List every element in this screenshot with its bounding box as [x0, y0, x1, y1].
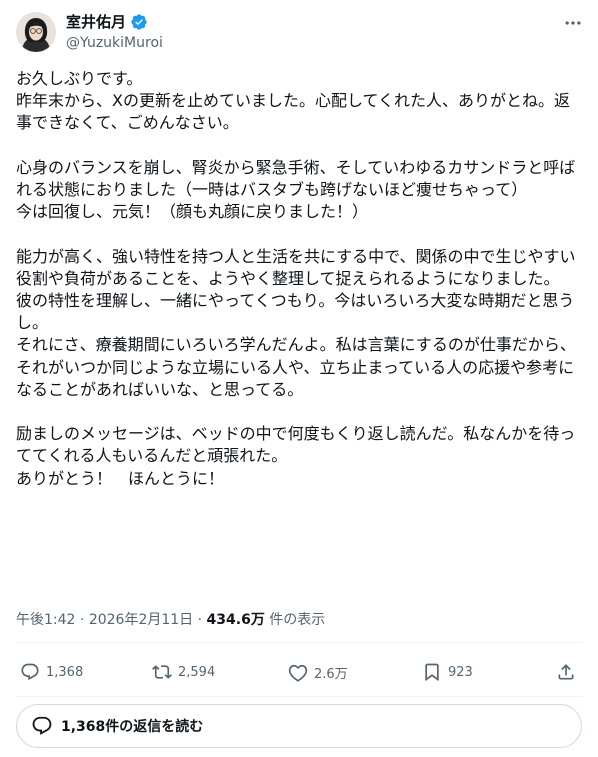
like-button[interactable]: 2.6万 [288, 656, 348, 688]
speech-bubble-icon [32, 716, 52, 735]
read-replies-button[interactable]: 1,368件の返信を読む [16, 704, 582, 748]
verified-badge-icon [130, 13, 148, 31]
author-name-row: 室井佑月 [66, 12, 148, 32]
views-count[interactable]: 434.6万 [207, 612, 265, 628]
tweet-line: 今は回復し、元気！（顔も丸顔に戻りました！） [16, 202, 369, 222]
heart-icon [288, 664, 308, 682]
bookmark-icon [425, 663, 439, 682]
tweet-line: 励ましのメッセージは、ベッドの中で何度もくり返し読んだ。私なんかを待っててくれる… [16, 424, 576, 466]
tweet-line: 能力が高く、強い特性を持つ人と生活を共にする中で、関係の中で生じやすい役割や負荷… [16, 246, 576, 288]
tweet-line: お久しぶりです。 [16, 69, 143, 88]
like-count: 2.6万 [314, 666, 348, 682]
tweet-line: 彼の特性を理解し、一緒にやってくつもり。今はいろいろ大変な時期だと思うし。 [16, 291, 575, 333]
tweet-line: ありがとう！ ほんとうに！ [16, 468, 225, 488]
tweet-line: 心身のバランスを崩し、腎炎から緊急手術、そしていわゆるカサンドラと呼ばれる状態に… [16, 157, 576, 199]
author-handle[interactable]: @YuzukiMuroi [66, 34, 163, 52]
meta-separator: · [197, 612, 203, 628]
action-bar: 1,368 2,594 2.6万 923 [16, 656, 582, 688]
repost-icon [152, 665, 172, 679]
reply-count: 1,368 [46, 664, 84, 680]
tweet-text: お久しぶりです。 昨年末から、Xの更新を止めていました。心配してくれた人、ありが… [16, 68, 582, 490]
tweet-meta: 午後1:42 · 2026年2月11日 · 434.6万 件の表示 [16, 610, 325, 630]
divider [16, 642, 582, 643]
tweet-line: それにさ、療養期間にいろいろ学んだんよ。私は言葉にするのが仕事だから、それがいつ… [16, 335, 576, 399]
bookmark-button[interactable]: 923 [422, 656, 473, 688]
author-avatar[interactable] [16, 12, 56, 52]
tweet-line: 昨年末から、Xの更新を止めていました。心配してくれた人、ありがとね。返事できなく… [16, 91, 571, 133]
more-dots-icon[interactable] [562, 12, 584, 34]
reply-button[interactable]: 1,368 [20, 656, 83, 688]
reply-bubble-icon [21, 663, 39, 681]
meta-separator: · [79, 612, 85, 628]
tweet-date[interactable]: 2026年2月11日 [89, 612, 193, 628]
divider [16, 696, 582, 697]
views-label: 件の表示 [269, 612, 326, 628]
tweet-time[interactable]: 午後1:42 [16, 612, 75, 628]
repost-count: 2,594 [178, 664, 216, 680]
author-display-name[interactable]: 室井佑月 [66, 12, 126, 32]
share-icon [558, 664, 574, 680]
repost-button[interactable]: 2,594 [152, 656, 215, 688]
share-button[interactable] [556, 656, 576, 688]
bookmark-count: 923 [448, 664, 473, 680]
tweet-post: 室井佑月 @YuzukiMuroi お久しぶりです。 昨年末から、Xの更新を止め… [0, 0, 598, 757]
read-replies-label: 1,368件の返信を読む [61, 719, 204, 735]
